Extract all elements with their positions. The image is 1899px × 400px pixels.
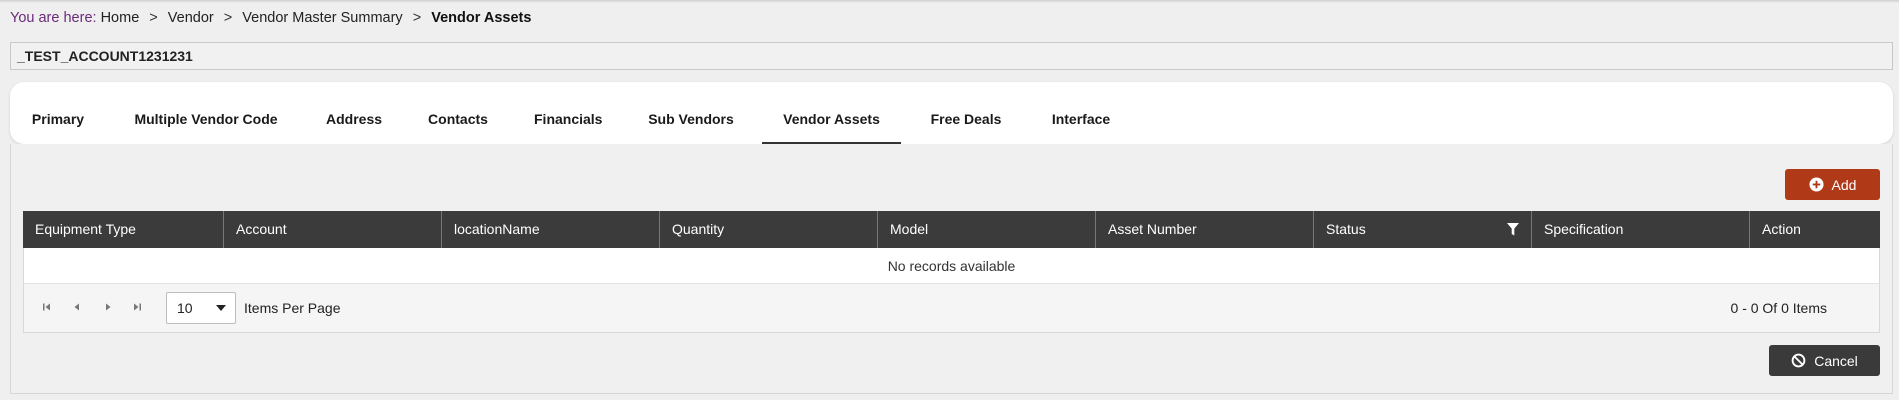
- column-status-label: Status: [1326, 221, 1366, 237]
- tab-vendor-assets[interactable]: Vendor Assets: [762, 82, 901, 144]
- last-page-icon[interactable]: [132, 302, 142, 312]
- column-account[interactable]: Account: [224, 211, 442, 248]
- breadcrumb-vendor[interactable]: Vendor: [168, 10, 214, 26]
- add-button-label: Add: [1831, 176, 1857, 193]
- next-page-icon[interactable]: [103, 302, 113, 312]
- first-page-icon[interactable]: [42, 302, 52, 312]
- breadcrumb-lead: You are here:: [10, 10, 97, 26]
- column-quantity[interactable]: Quantity: [660, 211, 878, 248]
- page-size-value: 10: [177, 300, 193, 316]
- items-per-page-label: Items Per Page: [244, 300, 341, 316]
- tab-primary[interactable]: Primary: [30, 82, 86, 144]
- breadcrumb-vendor-master-summary[interactable]: Vendor Master Summary: [242, 10, 402, 26]
- column-action[interactable]: Action: [1750, 211, 1880, 248]
- pager-info: 0 - 0 Of 0 Items: [1730, 300, 1827, 316]
- tab-bar: Primary Multiple Vendor Code Address Con…: [10, 82, 1893, 144]
- tab-address[interactable]: Address: [326, 82, 382, 144]
- tab-interface[interactable]: Interface: [1049, 82, 1113, 144]
- tab-financials[interactable]: Financials: [534, 82, 602, 144]
- tab-multiple-vendor-code[interactable]: Multiple Vendor Code: [132, 82, 280, 144]
- tab-free-deals[interactable]: Free Deals: [929, 82, 1003, 144]
- vendor-assets-grid: Equipment Type Account locationName Quan…: [23, 211, 1880, 333]
- grid-header: Equipment Type Account locationName Quan…: [23, 211, 1880, 248]
- tab-contacts[interactable]: Contacts: [428, 82, 488, 144]
- grid-pager: 10 Items Per Page 0 - 0 Of 0 Items: [23, 284, 1880, 333]
- tab-sub-vendors[interactable]: Sub Vendors: [648, 82, 734, 144]
- column-equipment-type[interactable]: Equipment Type: [23, 211, 224, 248]
- chevron-down-icon: [216, 305, 226, 311]
- grid-empty-row: No records available: [23, 248, 1880, 284]
- breadcrumb-separator: >: [149, 10, 158, 26]
- add-button[interactable]: Add: [1785, 169, 1880, 200]
- column-location-name[interactable]: locationName: [442, 211, 660, 248]
- breadcrumb: You are here: Home > Vendor > Vendor Mas…: [10, 10, 531, 26]
- breadcrumb-current: Vendor Assets: [431, 10, 532, 26]
- cancel-button[interactable]: Cancel: [1769, 345, 1880, 376]
- column-status[interactable]: Status: [1314, 211, 1532, 248]
- ban-icon: [1791, 353, 1806, 368]
- previous-page-icon[interactable]: [72, 302, 82, 312]
- cancel-button-label: Cancel: [1814, 352, 1858, 369]
- breadcrumb-separator: >: [223, 10, 233, 26]
- filter-icon[interactable]: [1507, 223, 1519, 236]
- column-model[interactable]: Model: [878, 211, 1096, 248]
- page-size-select[interactable]: 10: [166, 292, 236, 324]
- account-name-bar: _TEST_ACCOUNT1231231: [10, 42, 1893, 70]
- column-specification[interactable]: Specification: [1532, 211, 1750, 248]
- plus-circle-icon: [1809, 177, 1824, 192]
- column-asset-number[interactable]: Asset Number: [1096, 211, 1314, 248]
- breadcrumb-home[interactable]: Home: [101, 10, 140, 26]
- breadcrumb-separator: >: [412, 10, 422, 26]
- top-shadow: [0, 0, 1899, 3]
